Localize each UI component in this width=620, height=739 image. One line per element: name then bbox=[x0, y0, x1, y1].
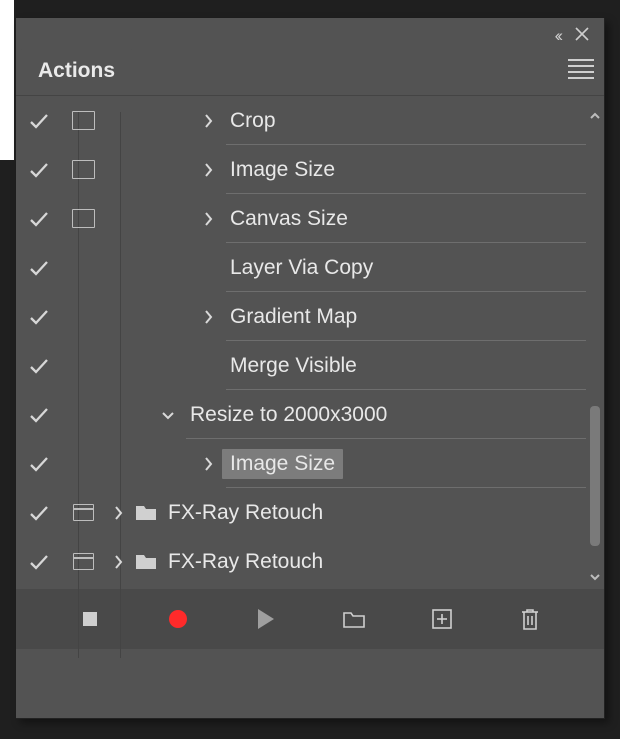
close-panel-icon[interactable] bbox=[572, 24, 592, 44]
toggle-dialog-box[interactable] bbox=[62, 160, 104, 179]
toggle-enabled-check[interactable] bbox=[16, 453, 62, 475]
actions-list: Crop Image Size Canvas Size Layer Via Copy G… bbox=[16, 96, 604, 589]
action-label: Canvas Size bbox=[222, 207, 348, 231]
chevron-down-icon[interactable] bbox=[154, 406, 182, 424]
action-label-area[interactable]: Gradient Map bbox=[222, 292, 604, 341]
toggle-enabled-check[interactable] bbox=[16, 208, 62, 230]
action-label-area[interactable]: FX-Ray Retouch bbox=[160, 537, 604, 586]
action-label: Gradient Map bbox=[222, 305, 357, 329]
action-row[interactable]: Image Size bbox=[16, 439, 604, 488]
scroll-thumb[interactable] bbox=[590, 406, 600, 546]
toggle-dialog-box[interactable] bbox=[62, 209, 104, 228]
action-label-area[interactable]: Resize to 2000x3000 bbox=[182, 390, 604, 439]
stop-button[interactable] bbox=[69, 598, 111, 640]
toggle-enabled-check[interactable] bbox=[16, 355, 62, 377]
action-label-area[interactable]: Image Size bbox=[222, 439, 604, 488]
action-label-area[interactable]: Image Size bbox=[222, 145, 604, 194]
action-row[interactable]: Layer Via Copy bbox=[16, 243, 604, 292]
chevron-right-icon[interactable] bbox=[194, 161, 222, 179]
action-row[interactable]: FX-Ray Retouch bbox=[16, 537, 604, 586]
action-label: Merge Visible bbox=[222, 354, 357, 378]
toggle-dialog-box[interactable] bbox=[62, 504, 104, 521]
toggle-enabled-check[interactable] bbox=[16, 404, 62, 426]
action-label-area[interactable]: FX-Ray Retouch bbox=[160, 488, 604, 537]
toggle-enabled-check[interactable] bbox=[16, 502, 62, 524]
folder-icon bbox=[132, 553, 160, 570]
panel-menu-icon[interactable] bbox=[568, 55, 594, 83]
chevron-right-icon[interactable] bbox=[104, 553, 132, 571]
toggle-enabled-check[interactable] bbox=[16, 257, 62, 279]
chevron-right-icon[interactable] bbox=[194, 455, 222, 473]
toggle-enabled-check[interactable] bbox=[16, 110, 62, 132]
action-row[interactable]: Merge Visible bbox=[16, 341, 604, 390]
action-label: FX-Ray Retouch bbox=[160, 550, 323, 574]
scrollbar bbox=[589, 106, 601, 587]
new-folder-button[interactable] bbox=[333, 598, 375, 640]
action-row[interactable]: Crop bbox=[16, 96, 604, 145]
chevron-right-icon[interactable] bbox=[194, 112, 222, 130]
action-row[interactable]: FX-Ray Retouch bbox=[16, 488, 604, 537]
scroll-down-button[interactable] bbox=[589, 567, 601, 587]
action-label: FX-Ray Retouch bbox=[160, 501, 323, 525]
action-label-area[interactable]: Merge Visible bbox=[222, 341, 604, 390]
action-label: Crop bbox=[222, 109, 276, 133]
delete-button[interactable] bbox=[509, 598, 551, 640]
new-action-button[interactable] bbox=[421, 598, 463, 640]
panel-tabbar: Actions bbox=[16, 50, 604, 96]
action-label-area[interactable]: Canvas Size bbox=[222, 194, 604, 243]
toggle-enabled-check[interactable] bbox=[16, 306, 62, 328]
action-label: Image Size bbox=[222, 449, 343, 479]
tab-actions[interactable]: Actions bbox=[20, 49, 133, 95]
panel-titlebar: ‹‹ bbox=[16, 18, 604, 50]
action-row[interactable]: Image Size bbox=[16, 145, 604, 194]
toggle-enabled-check[interactable] bbox=[16, 159, 62, 181]
action-row[interactable]: Gradient Map bbox=[16, 292, 604, 341]
play-button[interactable] bbox=[245, 598, 287, 640]
collapse-panel-icon[interactable]: ‹‹ bbox=[555, 26, 560, 46]
chevron-right-icon[interactable] bbox=[104, 504, 132, 522]
panel-footer bbox=[16, 589, 604, 649]
folder-icon bbox=[132, 504, 160, 521]
chevron-right-icon[interactable] bbox=[194, 308, 222, 326]
action-label-area[interactable]: Crop bbox=[222, 96, 604, 145]
action-label: Resize to 2000x3000 bbox=[182, 403, 387, 427]
toggle-dialog-box[interactable] bbox=[62, 111, 104, 130]
action-label: Layer Via Copy bbox=[222, 256, 373, 280]
action-label-area[interactable]: Layer Via Copy bbox=[222, 243, 604, 292]
action-row[interactable]: Canvas Size bbox=[16, 194, 604, 243]
toggle-dialog-box[interactable] bbox=[62, 553, 104, 570]
action-row[interactable]: Resize to 2000x3000 bbox=[16, 390, 604, 439]
chevron-right-icon[interactable] bbox=[194, 210, 222, 228]
action-label: Image Size bbox=[222, 158, 335, 182]
toggle-enabled-check[interactable] bbox=[16, 551, 62, 573]
scroll-up-button[interactable] bbox=[589, 106, 601, 126]
record-button[interactable] bbox=[157, 598, 199, 640]
actions-panel: ‹‹ Actions Crop Image Size Canvas Size Laye… bbox=[16, 18, 605, 719]
